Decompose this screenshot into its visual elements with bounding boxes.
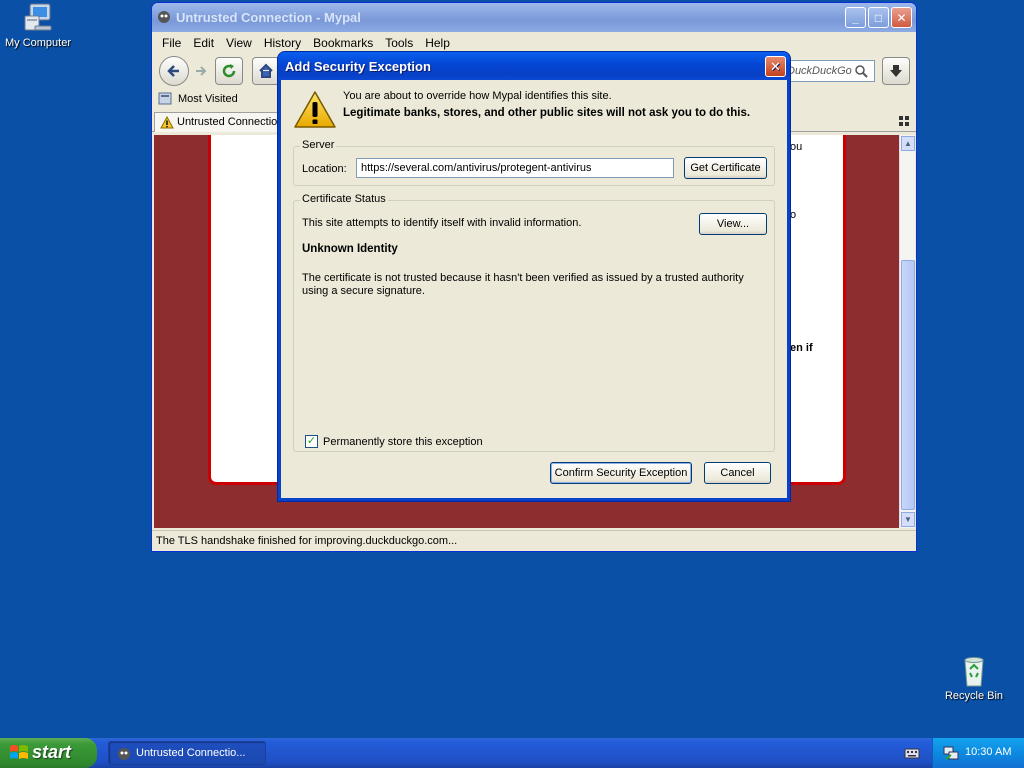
dialog-titlebar[interactable]: Add Security Exception ✕ — [278, 52, 790, 80]
close-icon: ✕ — [770, 58, 781, 74]
location-input[interactable]: https://several.com/antivirus/protegent-… — [356, 158, 674, 178]
maximize-button[interactable]: □ — [868, 7, 889, 28]
mypal-app-icon — [117, 747, 131, 764]
certificate-status-description: The certificate is not trusted because i… — [302, 272, 744, 297]
menu-file[interactable]: File — [156, 34, 187, 52]
background-text-fragment: o — [790, 209, 797, 221]
minimize-button[interactable]: _ — [845, 7, 866, 28]
reload-button[interactable] — [215, 57, 243, 85]
permanent-exception-checkbox[interactable]: ✓ — [305, 435, 318, 448]
status-text: The TLS handshake finished for improving… — [156, 535, 458, 547]
bookmark-folder-icon — [158, 91, 172, 108]
tab-list-icon[interactable] — [899, 116, 909, 129]
mypal-app-icon — [157, 10, 171, 24]
warning-icon — [293, 90, 337, 133]
home-icon — [259, 63, 273, 78]
tab-untrusted-connection[interactable]: Untrusted Connection — [154, 112, 280, 132]
certificate-status-summary: This site attempts to identify itself wi… — [302, 217, 582, 229]
get-certificate-button[interactable]: Get Certificate — [684, 157, 767, 179]
menu-tools[interactable]: Tools — [379, 34, 419, 52]
background-text-fragment: en if — [790, 342, 813, 354]
reload-icon — [222, 64, 236, 78]
browser-title: Untrusted Connection - Mypal — [176, 10, 361, 25]
dialog-warning-text: Legitimate banks, stores, and other publ… — [343, 107, 751, 119]
dialog-intro-text: You are about to override how Mypal iden… — [343, 90, 612, 102]
location-label: Location: — [302, 163, 347, 175]
tab-label: Untrusted Connection — [177, 116, 280, 128]
server-legend: Server — [300, 139, 337, 151]
my-computer-icon — [21, 2, 55, 34]
status-bar: The TLS handshake finished for improving… — [152, 530, 916, 551]
permanent-exception-label[interactable]: Permanently store this exception — [323, 436, 483, 448]
back-button[interactable] — [159, 56, 189, 86]
forward-arrow-icon — [196, 66, 207, 76]
server-group: Server Location: https://several.com/ant… — [293, 139, 775, 186]
taskbar: start Untrusted Connectio... 10:30 AM — [0, 738, 1024, 768]
forward-button[interactable] — [190, 57, 212, 85]
close-icon: ✕ — [896, 10, 907, 25]
maximize-icon: □ — [874, 10, 883, 25]
menu-edit[interactable]: Edit — [187, 34, 220, 52]
menu-view[interactable]: View — [220, 34, 258, 52]
downloads-button[interactable] — [882, 57, 910, 85]
confirm-security-exception-button[interactable]: Confirm Security Exception — [550, 462, 692, 484]
download-arrow-icon — [890, 65, 902, 77]
scroll-down-button[interactable]: ▼ — [901, 512, 915, 527]
desktop-icon-my-computer[interactable]: My Computer — [0, 2, 76, 49]
scroll-thumb[interactable] — [901, 260, 915, 510]
dialog-title: Add Security Exception — [285, 59, 431, 74]
certificate-status-legend: Certificate Status — [300, 193, 388, 205]
keyboard-icon[interactable] — [904, 746, 920, 763]
cancel-button[interactable]: Cancel — [704, 462, 771, 484]
menu-history[interactable]: History — [258, 34, 307, 52]
taskbar-item-browser[interactable]: Untrusted Connectio... — [108, 741, 266, 765]
minimize-icon: _ — [852, 10, 859, 25]
start-button[interactable]: start — [0, 738, 97, 768]
certificate-status-heading: Unknown Identity — [302, 243, 398, 255]
browser-titlebar[interactable]: Untrusted Connection - Mypal _ □ ✕ — [152, 3, 916, 32]
recycle-bin-icon — [957, 655, 991, 687]
system-tray: 10:30 AM — [932, 738, 1024, 768]
menu-bookmarks[interactable]: Bookmarks — [307, 34, 379, 52]
close-button[interactable]: ✕ — [891, 7, 912, 28]
desktop-icon-label: Recycle Bin — [944, 690, 1004, 702]
menu-help[interactable]: Help — [419, 34, 456, 52]
desktop-icon-recycle-bin[interactable]: Recycle Bin — [936, 655, 1012, 702]
taskbar-item-label: Untrusted Connectio... — [136, 747, 246, 759]
search-icon[interactable] — [854, 64, 868, 81]
scroll-up-button[interactable]: ▲ — [901, 136, 915, 151]
add-security-exception-dialog: Add Security Exception ✕ You are about t… — [278, 52, 790, 501]
bookmark-most-visited[interactable]: Most Visited — [178, 93, 238, 105]
warning-icon — [160, 115, 174, 132]
start-label: start — [32, 742, 72, 762]
certificate-status-group: Certificate Status This site attempts to… — [293, 193, 775, 452]
clock[interactable]: 10:30 AM — [965, 746, 1011, 758]
background-text-fragment: ou — [790, 141, 803, 153]
home-button[interactable] — [252, 57, 280, 85]
menubar: File Edit View History Bookmarks Tools H… — [152, 32, 916, 54]
back-arrow-icon — [167, 65, 179, 77]
network-icon[interactable] — [943, 745, 959, 764]
windows-flag-icon — [9, 744, 29, 767]
dialog-close-button[interactable]: ✕ — [765, 56, 786, 77]
vertical-scrollbar[interactable]: ▲ ▼ — [899, 135, 915, 528]
view-certificate-button[interactable]: View... — [699, 213, 767, 235]
desktop-icon-label: My Computer — [4, 37, 72, 49]
